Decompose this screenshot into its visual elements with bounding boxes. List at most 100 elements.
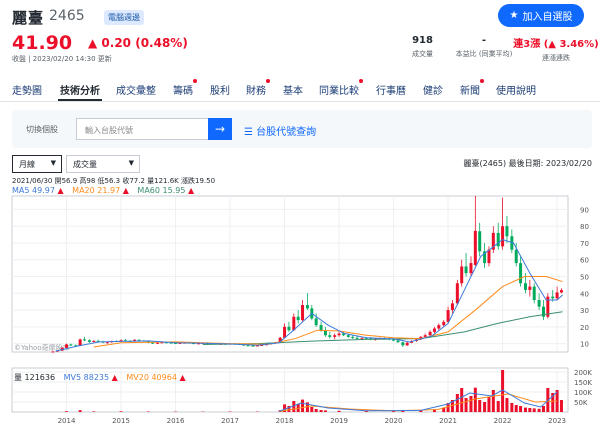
volume-bar xyxy=(301,399,305,412)
volume-bar xyxy=(323,410,327,412)
candle-body xyxy=(519,263,523,284)
candle-body xyxy=(333,335,337,337)
candle-body xyxy=(82,339,86,341)
candle-body xyxy=(292,316,296,331)
candle-body xyxy=(460,266,464,284)
candle-body xyxy=(469,263,473,274)
candle-body xyxy=(487,249,491,264)
candle-body xyxy=(464,266,468,274)
volume-bar xyxy=(491,390,495,412)
candle-body xyxy=(251,345,255,347)
volume-bar xyxy=(528,408,532,412)
volume-bar xyxy=(78,410,82,412)
candle-body xyxy=(501,226,505,247)
candle-body xyxy=(455,283,459,304)
x-tick-label: 2020 xyxy=(385,417,403,425)
volume-bar xyxy=(496,401,500,412)
x-tick-label: 2023 xyxy=(548,417,566,425)
volume-bar xyxy=(478,400,482,412)
candle-body xyxy=(559,290,563,293)
volume-bar xyxy=(487,397,491,412)
candle-body xyxy=(92,340,96,342)
candle-body xyxy=(305,305,309,309)
candle-body xyxy=(528,286,532,290)
vol-tick-label: 150K xyxy=(574,379,592,387)
up-arrow-icon: ▲ xyxy=(179,373,186,382)
mv20-value: MV20 40964 xyxy=(126,373,177,382)
x-tick-label: 2017 xyxy=(221,417,239,425)
x-tick-label: 2018 xyxy=(276,417,294,425)
volume-bar xyxy=(532,408,536,412)
vol-value: 量 121636 xyxy=(14,373,56,382)
vol-tick-label: 50K xyxy=(574,399,588,407)
volume-bar xyxy=(146,411,150,412)
x-tick-label: 2021 xyxy=(439,417,457,425)
candle-body xyxy=(514,249,518,264)
candle-body xyxy=(355,337,359,339)
volume-bar xyxy=(559,400,563,412)
volume-bar xyxy=(483,402,487,412)
candle-body xyxy=(319,325,323,331)
candle-body xyxy=(405,342,409,346)
candle-body xyxy=(287,326,291,331)
candle-body xyxy=(401,342,405,346)
volume-bar xyxy=(92,411,96,412)
volume-bar xyxy=(519,406,523,412)
candle-body xyxy=(446,310,450,322)
ma5-line xyxy=(55,239,563,352)
candle-body xyxy=(301,305,305,321)
y-tick-label: 70 xyxy=(580,240,589,248)
volume-legend: 量 121636 MV5 88235 ▲ MV20 40964 ▲ xyxy=(14,372,192,383)
candle-body xyxy=(283,326,287,338)
volume-bar xyxy=(314,409,318,412)
volume-bar xyxy=(473,387,477,412)
candlestick-chart[interactable]: 10 20 30 40 50 60 70 80 90 2014 2015 2016 2017 2018 20… xyxy=(0,0,600,426)
candle-body xyxy=(346,335,350,337)
y-tick-label: 40 xyxy=(580,290,589,298)
volume-bar xyxy=(541,406,545,412)
x-tick-label: 2016 xyxy=(167,417,185,425)
candle-body xyxy=(478,231,482,252)
candle-body xyxy=(296,316,300,321)
candle-body xyxy=(156,342,160,344)
volume-bar xyxy=(319,410,323,412)
y-tick-label: 10 xyxy=(580,341,589,349)
candle-body xyxy=(337,333,341,336)
volume-bar xyxy=(310,407,314,412)
volume-bar xyxy=(464,398,468,412)
volume-bar xyxy=(469,396,473,412)
volume-bar xyxy=(505,398,509,412)
candle-body xyxy=(473,230,477,265)
up-arrow-icon: ▲ xyxy=(111,373,118,382)
y-tick-label: 20 xyxy=(580,324,589,332)
candle-body xyxy=(423,335,427,337)
volume-bar xyxy=(442,408,446,412)
volume-bar xyxy=(537,408,541,412)
x-tick-label: 2019 xyxy=(330,417,348,425)
candle-body xyxy=(532,286,536,300)
candle-body xyxy=(351,336,355,338)
candle-body xyxy=(396,340,400,343)
volume-bar xyxy=(455,394,459,412)
candle-body xyxy=(69,344,73,346)
volume-bar xyxy=(337,410,341,412)
vol-tick-label: 100K xyxy=(574,389,592,397)
y-tick-label: 50 xyxy=(580,274,589,282)
x-tick-label: 2015 xyxy=(112,417,130,425)
candle-body xyxy=(551,296,555,299)
vol-tick-label: 200K xyxy=(574,369,592,377)
candle-body xyxy=(328,335,332,337)
volume-bar xyxy=(119,411,123,412)
candle-body xyxy=(428,331,432,336)
ma60-line xyxy=(202,311,563,345)
candle-body xyxy=(523,283,527,290)
mv5-value: MV5 88235 xyxy=(63,373,110,382)
volume-bar xyxy=(523,407,527,412)
x-tick-label: 2022 xyxy=(494,417,512,425)
y-tick-label: 60 xyxy=(580,257,589,265)
volume-bar xyxy=(510,403,514,412)
candle-body xyxy=(437,325,441,329)
candle-body xyxy=(51,351,55,353)
candle-body xyxy=(555,292,559,299)
candle-body xyxy=(105,342,109,344)
